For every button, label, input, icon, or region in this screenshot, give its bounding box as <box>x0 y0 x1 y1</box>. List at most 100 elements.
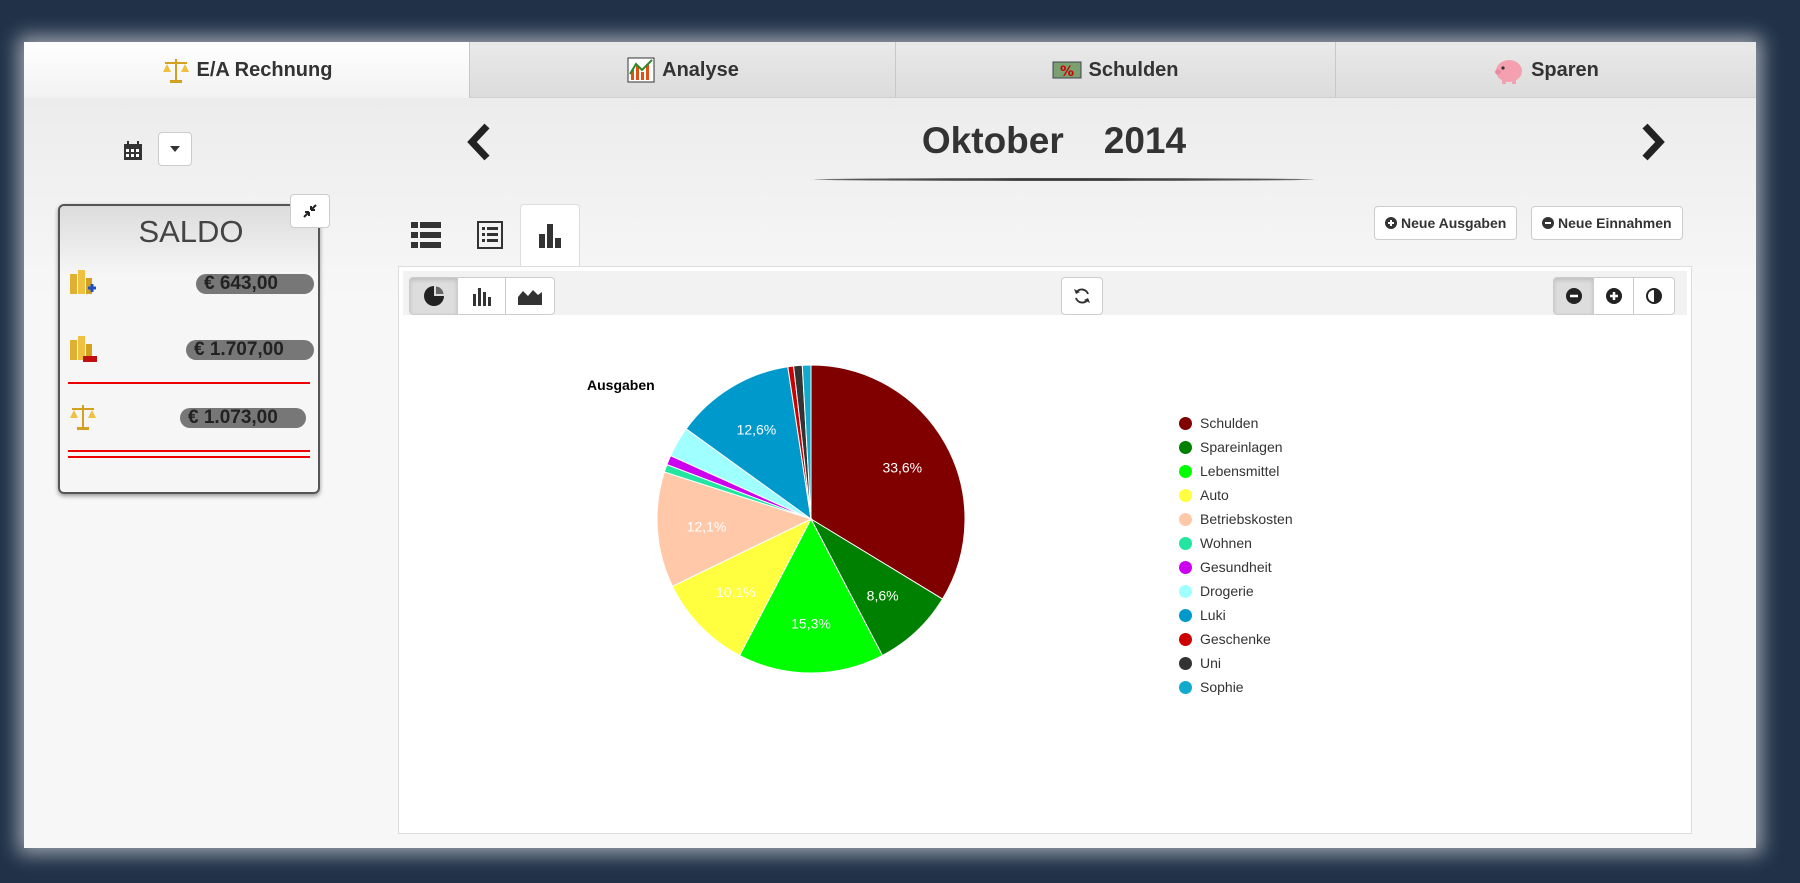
balance-amount: € 1.073,00 <box>180 408 306 428</box>
caret-down-icon <box>170 146 180 152</box>
legend-label: Lebensmittel <box>1200 463 1280 479</box>
tab-schulden[interactable]: % Schulden <box>896 42 1336 98</box>
bar-chart-icon <box>539 223 561 248</box>
list-view-tab[interactable] <box>396 204 456 266</box>
legend-swatch <box>1179 584 1192 598</box>
calendar-icon <box>124 141 142 160</box>
legend-item[interactable]: Gesundheit <box>1179 555 1293 579</box>
date-dropdown-button[interactable] <box>158 132 192 166</box>
saldo-balance-row: € 1.073,00 <box>68 402 314 438</box>
legend-item[interactable]: Auto <box>1179 483 1293 507</box>
legend-swatch <box>1179 488 1192 502</box>
tab-label: Analyse <box>662 58 739 81</box>
new-expense-label: Neue Ausgaben <box>1401 215 1507 231</box>
legend-label: Wohnen <box>1200 535 1252 551</box>
title-underline <box>814 178 1314 181</box>
legend-item[interactable]: Sophie <box>1179 675 1293 699</box>
main-tabs: E/A Rechnung Analyse % Schulden Sparen <box>24 42 1756 98</box>
legend-item[interactable]: Lebensmittel <box>1179 459 1293 483</box>
calendar-button[interactable] <box>116 134 150 168</box>
month-label: Oktober <box>921 120 1064 161</box>
list-alt-icon <box>477 221 503 249</box>
period-title: Oktober 2014 <box>804 120 1304 170</box>
legend-label: Geschenke <box>1200 631 1271 647</box>
legend-swatch <box>1179 608 1192 622</box>
year-label: 2014 <box>1103 120 1187 161</box>
minus-circle-icon <box>1542 217 1554 229</box>
income-amount: € 643,00 <box>196 274 314 294</box>
legend-item[interactable]: Spareinlagen <box>1179 435 1293 459</box>
pie-data-label: 12,1% <box>687 518 727 534</box>
legend-item[interactable]: Geschenke <box>1179 627 1293 651</box>
pie-chart: 33,6% 8,6% 15,3% 10,1% 12,1% 12,6% <box>656 364 966 674</box>
tab-label: Sparen <box>1531 58 1599 81</box>
legend-swatch <box>1179 656 1192 670</box>
chart-panel: Ausgaben 33,6% 8,6% 15,3% 10,1% 12,1% 12,6% S… <box>398 266 1692 834</box>
new-income-button[interactable]: Neue Einnahmen <box>1531 206 1683 240</box>
legend-item[interactable]: Schulden <box>1179 411 1293 435</box>
legend-label: Schulden <box>1200 415 1259 431</box>
new-income-label: Neue Einnahmen <box>1558 215 1672 231</box>
tab-label: E/A Rechnung <box>196 58 333 81</box>
pie-data-label: 12,6% <box>737 422 777 438</box>
debt-icon: % <box>1052 61 1082 80</box>
legend-label: Spareinlagen <box>1200 439 1283 455</box>
chart-legend: Schulden Spareinlagen Lebensmittel Auto Betr… <box>1179 411 1293 699</box>
tab-analyse[interactable]: Analyse <box>470 42 896 98</box>
svg-text:%: % <box>1060 64 1074 80</box>
chevron-left-icon <box>467 123 490 161</box>
legend-swatch <box>1179 536 1192 550</box>
legend-item[interactable]: Uni <box>1179 651 1293 675</box>
tab-ea-rechnung[interactable]: E/A Rechnung <box>24 42 470 98</box>
tab-label: Schulden <box>1088 58 1179 81</box>
legend-swatch <box>1179 416 1192 430</box>
chart-icon <box>627 57 655 83</box>
chevron-right-icon <box>1642 123 1665 161</box>
new-expense-button[interactable]: Neue Ausgaben <box>1374 206 1518 240</box>
legend-item[interactable]: Luki <box>1179 603 1293 627</box>
saldo-card: SALDO € 643,00 € 1.707,00 € 1.073,00 <box>58 204 320 494</box>
list-icon <box>411 222 441 248</box>
legend-swatch <box>1179 512 1192 526</box>
next-month-button[interactable] <box>1636 120 1672 164</box>
piggy-bank-icon <box>1495 60 1523 84</box>
legend-label: Luki <box>1200 607 1226 623</box>
saldo-separator <box>68 382 310 384</box>
scales-icon <box>162 59 189 83</box>
prev-month-button[interactable] <box>460 120 496 164</box>
legend-label: Betriebskosten <box>1200 511 1293 527</box>
coins-plus-icon <box>70 270 96 294</box>
pie-data-label: 33,6% <box>882 460 922 476</box>
expense-amount: € 1.707,00 <box>186 340 314 360</box>
content-area: Oktober 2014 SALDO € 643,00 € 1.707,00 €… <box>24 98 1756 848</box>
legend-swatch <box>1179 440 1192 454</box>
pie-data-label: 8,6% <box>867 587 899 603</box>
legend-label: Auto <box>1200 487 1229 503</box>
saldo-expense-row: € 1.707,00 <box>68 334 314 370</box>
plus-circle-icon <box>1385 217 1397 229</box>
legend-label: Uni <box>1200 655 1222 671</box>
pie-data-label: 15,3% <box>791 616 831 632</box>
pie-data-label: 10,1% <box>716 584 756 600</box>
saldo-title: SALDO <box>138 214 244 249</box>
detail-view-tab[interactable] <box>460 204 520 266</box>
legend-swatch <box>1179 632 1192 646</box>
collapse-button[interactable] <box>290 194 330 228</box>
legend-item[interactable]: Wohnen <box>1179 531 1293 555</box>
legend-label: Sophie <box>1200 679 1244 695</box>
app-window: E/A Rechnung Analyse % Schulden Sparen O… <box>24 42 1756 848</box>
coins-minus-icon <box>70 336 97 362</box>
legend-item[interactable]: Betriebskosten <box>1179 507 1293 531</box>
legend-label: Gesundheit <box>1200 559 1272 575</box>
legend-label: Drogerie <box>1200 583 1254 599</box>
saldo-double-line-top <box>68 450 310 452</box>
compress-icon <box>303 204 317 218</box>
scales-icon <box>70 405 96 430</box>
legend-swatch <box>1179 464 1192 478</box>
saldo-double-line-bottom <box>68 456 310 458</box>
saldo-income-row: € 643,00 <box>68 268 314 304</box>
chart-view-tab[interactable] <box>520 204 580 266</box>
legend-swatch <box>1179 560 1192 574</box>
legend-item[interactable]: Drogerie <box>1179 579 1293 603</box>
tab-sparen[interactable]: Sparen <box>1336 42 1756 98</box>
